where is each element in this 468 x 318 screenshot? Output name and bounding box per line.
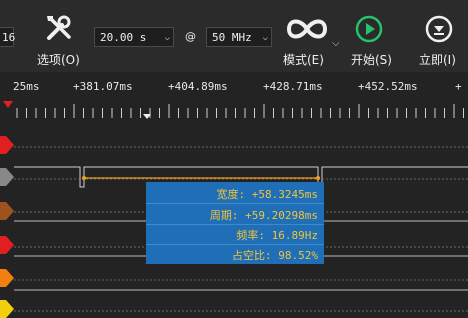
duty-cycle-measurement: 占空比: 98.52%	[232, 249, 318, 262]
chevron-down-icon: ⌵	[164, 33, 170, 43]
chevron-down-icon: ⌵	[332, 38, 340, 49]
time-label: 25ms	[13, 80, 40, 93]
trigger-marker-icon	[3, 101, 13, 108]
width-measurement: 宽度: +58.3245ms	[216, 188, 318, 201]
start-label: 开始(S)	[351, 53, 392, 67]
channel-count-select[interactable]: 16	[0, 27, 16, 47]
immediate-label: 立即(I)	[419, 53, 456, 67]
start-button[interactable]: 开始(S)	[348, 10, 400, 67]
channel-count-value: 16	[2, 31, 16, 44]
samples-value: 20.00 s	[100, 31, 147, 44]
at-symbol: @	[185, 30, 196, 43]
time-label: +404.89ms	[168, 80, 228, 93]
immediate-button[interactable]: 立即(I)	[416, 10, 468, 67]
time-label: +428.71ms	[263, 80, 323, 93]
divider	[146, 244, 324, 245]
divider	[146, 224, 324, 225]
toolbar: 16 选项(O) 20.00 s ⌵ @ 50 MHz ⌵ 模式(E) ⌵ 开始…	[0, 0, 468, 72]
divider	[146, 203, 324, 204]
samples-select[interactable]: 20.00 s ⌵	[94, 27, 174, 47]
chevron-down-icon: ⌵	[262, 33, 268, 43]
period-measurement: 周期: +59.20298ms	[209, 209, 318, 222]
download-circle-icon	[425, 15, 453, 43]
play-icon	[355, 15, 383, 43]
frequency-measurement: 频率: 16.89Hz	[236, 229, 318, 242]
measurement-tooltip: 宽度: +58.3245ms 周期: +59.20298ms 频率: 16.89…	[146, 182, 324, 264]
sample-rate-select[interactable]: 50 MHz ⌵	[206, 27, 272, 47]
time-label: +381.07ms	[73, 80, 133, 93]
sample-rate-value: 50 MHz	[212, 31, 252, 44]
cursor-marker-icon[interactable]	[143, 114, 151, 120]
mode-label: 模式(E)	[283, 53, 324, 67]
options-button[interactable]: 选项(O)	[34, 10, 84, 67]
options-label: 选项(O)	[37, 53, 80, 67]
time-label: +	[455, 80, 462, 93]
mode-button[interactable]: 模式(E) ⌵	[280, 10, 342, 67]
time-label: +452.52ms	[358, 80, 418, 93]
tools-icon	[47, 15, 71, 40]
infinity-icon	[286, 19, 328, 39]
